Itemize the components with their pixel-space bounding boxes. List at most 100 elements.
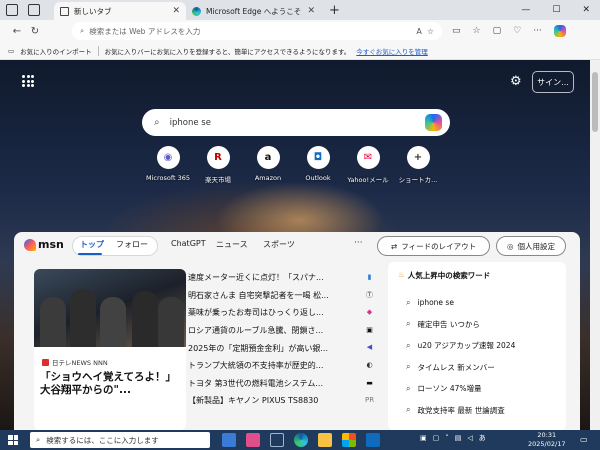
tray-app-icon[interactable]: ▢ bbox=[433, 434, 440, 442]
headline-item[interactable]: 2025年の「定期預金金利」が高い銀... ◀ bbox=[188, 339, 374, 357]
window-controls: — ☐ ✕ bbox=[521, 0, 600, 20]
read-aloud-icon[interactable]: A bbox=[416, 27, 421, 36]
tab-sports[interactable]: スポーツ bbox=[263, 239, 295, 250]
tab-news[interactable]: ニュース bbox=[216, 239, 248, 250]
edge-icon[interactable] bbox=[294, 433, 308, 447]
manage-favorites-link[interactable]: 今すぐお気に入りを管理 bbox=[356, 46, 428, 56]
favorites-icon[interactable]: ☆ bbox=[473, 26, 481, 36]
toolbar: ← ↻ ⌕ 検索または Web アドレスを入力 A ☆ ▭ ☆ ▢ ♡ ··· bbox=[0, 20, 600, 42]
more-menu-icon[interactable]: ··· bbox=[533, 26, 542, 36]
active-tab-indicator bbox=[78, 253, 102, 255]
shortcut-tile[interactable]: + ショートカ... bbox=[393, 146, 443, 184]
file-explorer-icon[interactable] bbox=[318, 433, 332, 447]
ime-mode[interactable]: あ bbox=[479, 433, 486, 443]
headline-source-icon: PR bbox=[365, 396, 374, 405]
tab-new-tab[interactable]: 新しいタブ ✕ bbox=[54, 2, 186, 20]
news-source: 日テレNEWS NNN bbox=[42, 357, 108, 367]
taskbar: ⌕ 検索するには、ここに入力します ▣ ▢ ˄ ▤ ◁ あ 20:31 2025… bbox=[0, 430, 600, 450]
shortcut-tile[interactable]: ◘ Outlook bbox=[293, 146, 343, 184]
tab-edge-welcome[interactable]: Microsoft Edge へようこそ ✕ bbox=[186, 2, 321, 20]
headline-source-icon: ▣ bbox=[366, 325, 373, 334]
import-favorites-link[interactable]: お気に入りのインポート bbox=[20, 46, 92, 56]
workspaces-icon[interactable] bbox=[28, 4, 40, 16]
shortcut-label: Outlook bbox=[305, 174, 331, 182]
store-icon[interactable] bbox=[342, 433, 356, 447]
widget-icon[interactable] bbox=[246, 433, 260, 447]
profile-icon[interactable] bbox=[6, 4, 18, 16]
split-screen-icon[interactable]: ▭ bbox=[452, 26, 461, 36]
signin-button[interactable]: サイン... bbox=[532, 71, 574, 93]
shortcut-tile[interactable]: ✉ Yahoo!メール bbox=[343, 146, 393, 184]
favorite-star-icon[interactable]: ☆ bbox=[427, 27, 434, 36]
trending-item[interactable]: ⌕ iphone se bbox=[406, 292, 515, 314]
headline-list: 速度メーター近くに点灯！「スパナ... ▮ 明石家さんま 自宅突撃記者を一喝 松..… bbox=[188, 269, 374, 410]
shortcut-tile[interactable]: ◉ Microsoft 365 bbox=[143, 146, 193, 184]
search-icon: ⌕ bbox=[406, 383, 411, 393]
trending-item[interactable]: ⌕ u20 アジアカップ速報 2024 bbox=[406, 335, 515, 357]
sound-icon[interactable]: ◁ bbox=[467, 434, 472, 442]
headline-item[interactable]: ロシア通貨のルーブル急騰、閉鎖さ... ▣ bbox=[188, 322, 374, 340]
close-window-button[interactable]: ✕ bbox=[582, 5, 590, 15]
shortcut-tile[interactable]: R 楽天市場 bbox=[193, 146, 243, 184]
trending-text: 政党支持率 最新 世論調査 bbox=[417, 405, 505, 415]
new-tab-icon bbox=[60, 6, 69, 16]
clock[interactable]: 20:31 2025/02/17 bbox=[528, 431, 565, 449]
windows-start-icon[interactable] bbox=[8, 435, 18, 445]
favorites-message: お気に入りバーにお気に入りを登録すると、簡単にアクセスできるようになります。 bbox=[104, 47, 351, 56]
taskbar-search[interactable]: ⌕ 検索するには、ここに入力します bbox=[30, 432, 210, 448]
network-icon[interactable]: ▤ bbox=[455, 434, 462, 442]
mail-icon[interactable] bbox=[366, 433, 380, 447]
chevron-up-icon[interactable]: ˄ bbox=[445, 434, 449, 442]
headline-item[interactable]: 薬味が乗ったお寿司はひっくり返し... ◆ bbox=[188, 304, 374, 322]
address-placeholder: 検索または Web アドレスを入力 bbox=[89, 26, 201, 36]
tab-follow[interactable]: フォロー bbox=[116, 239, 148, 250]
trending-item[interactable]: ⌕ タイムレス 新メンバー bbox=[406, 357, 515, 379]
scrollbar-thumb[interactable] bbox=[592, 72, 598, 132]
news-image bbox=[34, 269, 186, 347]
headline-item[interactable]: 【新製品】キヤノン PIXUS TS8830 PR bbox=[188, 392, 374, 410]
close-tab-icon[interactable]: ✕ bbox=[172, 6, 180, 16]
trending-item[interactable]: ⌕ 確定申告 いつから bbox=[406, 314, 515, 336]
headline-text: 【新製品】キヤノン PIXUS TS8830 bbox=[188, 396, 319, 406]
tab-chatgpt[interactable]: ChatGPT bbox=[171, 239, 206, 248]
shortcut-tile[interactable]: a Amazon bbox=[243, 146, 293, 184]
trending-text: タイムレス 新メンバー bbox=[417, 362, 495, 372]
maximize-button[interactable]: ☐ bbox=[552, 5, 560, 15]
scrollbar[interactable] bbox=[590, 60, 600, 430]
collections-icon[interactable]: ▢ bbox=[493, 26, 502, 36]
gear-icon[interactable]: ⚙ bbox=[510, 74, 522, 89]
personalize-button[interactable]: ◎ 個人用設定 bbox=[496, 236, 566, 256]
headline-item[interactable]: 明石家さんま 自宅突撃記者を一喝 松... Ⓣ bbox=[188, 287, 374, 305]
app-launcher-icon[interactable] bbox=[22, 75, 34, 87]
task-view-icon[interactable] bbox=[270, 433, 284, 447]
new-tab-button[interactable]: + bbox=[329, 0, 340, 20]
browser-essentials-icon[interactable]: ♡ bbox=[513, 26, 521, 36]
address-bar[interactable]: ⌕ 検索または Web アドレスを入力 A ☆ bbox=[72, 22, 442, 40]
more-tabs-button[interactable]: ··· bbox=[354, 238, 363, 248]
headline-item[interactable]: トヨタ 第3世代の燃料電池システム... ▬ bbox=[188, 375, 374, 393]
copilot-icon[interactable] bbox=[425, 114, 442, 131]
news-title[interactable]: 「ショウヘイ覚えてろよ！」大谷翔平からの"... bbox=[40, 371, 182, 397]
notification-icon[interactable]: ▭ bbox=[580, 435, 588, 444]
trending-text: 確定申告 いつから bbox=[417, 319, 480, 329]
copilot-icon[interactable] bbox=[553, 25, 566, 37]
search-input[interactable]: iphone se bbox=[170, 118, 211, 128]
minimize-button[interactable]: — bbox=[521, 5, 530, 15]
tray-app-icon[interactable]: ▣ bbox=[420, 434, 427, 442]
search-box[interactable]: ⌕ iphone se bbox=[142, 109, 450, 136]
headline-item[interactable]: トランプ大統領の不支持率が歴史的... ◐ bbox=[188, 357, 374, 375]
msn-logo[interactable]: msn bbox=[24, 238, 64, 251]
headline-text: 薬味が乗ったお寿司はひっくり返し... bbox=[188, 308, 324, 318]
puzzle-icon[interactable] bbox=[222, 433, 236, 447]
trending-item[interactable]: ⌕ ローソン 47%増量 bbox=[406, 378, 515, 400]
refresh-button[interactable]: ↻ bbox=[26, 26, 44, 37]
shortcut-icon: ✉ bbox=[356, 146, 380, 169]
trending-item[interactable]: ⌕ 政党支持率 最新 世論調査 bbox=[406, 400, 515, 422]
headline-item[interactable]: 速度メーター近くに点灯！「スパナ... ▮ bbox=[188, 269, 374, 287]
close-tab-icon[interactable]: ✕ bbox=[307, 6, 315, 16]
headline-source-icon: ▬ bbox=[366, 378, 373, 387]
news-card[interactable]: 日テレNEWS NNN 「ショウヘイ覚えてろよ！」大谷翔平からの"... bbox=[34, 269, 186, 430]
tab-top[interactable]: トップ bbox=[80, 239, 104, 250]
feed-layout-button[interactable]: ⇄ フィードのレイアウト bbox=[377, 236, 490, 256]
back-button[interactable]: ← bbox=[8, 26, 26, 37]
